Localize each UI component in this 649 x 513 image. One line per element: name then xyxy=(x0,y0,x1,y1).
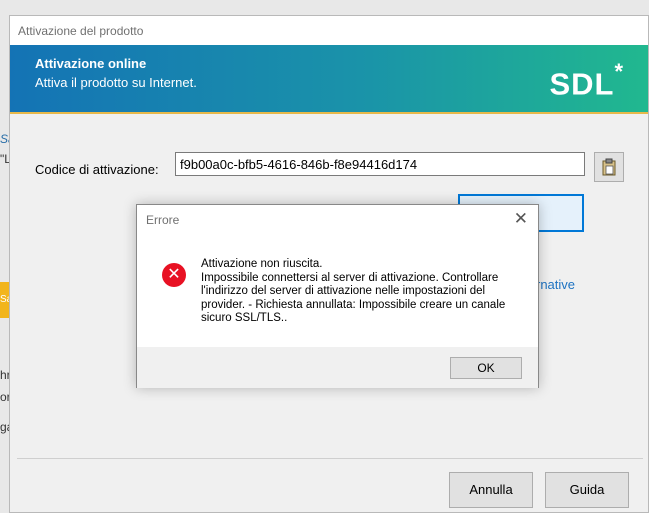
sdl-logo: SDL* xyxy=(549,59,624,102)
error-message-line: sicuro SSL/TLS.. xyxy=(201,312,288,324)
dialog-title: Errore xyxy=(146,213,180,227)
ok-button[interactable]: OK xyxy=(450,357,522,379)
footer-separator xyxy=(17,458,643,459)
paste-button[interactable] xyxy=(594,152,624,182)
error-message-line: Impossibile connettersi al server di att… xyxy=(201,271,499,284)
error-message: Attivazione non riuscita. Impossibile co… xyxy=(201,258,521,326)
close-icon[interactable]: ✕ xyxy=(514,209,528,229)
error-dialog: Errore ✕ ✕ Attivazione non riuscita. Imp… xyxy=(136,204,539,388)
error-icon: ✕ xyxy=(162,263,186,287)
help-button[interactable]: Guida xyxy=(545,472,629,508)
alternative-link[interactable]: rnative xyxy=(536,277,575,292)
banner: Attivazione online Attiva il prodotto su… xyxy=(10,45,648,112)
banner-divider xyxy=(10,112,648,114)
cancel-button[interactable]: Annulla xyxy=(449,472,533,508)
activation-code-label: Codice di attivazione: xyxy=(35,162,159,177)
error-message-line: Attivazione non riuscita. xyxy=(201,258,323,270)
error-message-line: provider. - Richiesta annullata: Impossi… xyxy=(201,298,506,311)
window-title: Attivazione del prodotto xyxy=(18,24,144,38)
banner-title: Attivazione online xyxy=(35,56,147,71)
window-titlebar[interactable]: Attivazione del prodotto xyxy=(10,16,648,45)
banner-subtitle: Attiva il prodotto su Internet. xyxy=(35,75,197,90)
activation-code-input[interactable] xyxy=(175,152,585,176)
error-message-line: l'indirizzo del server di attivazione ne… xyxy=(201,285,486,297)
clipboard-icon xyxy=(602,158,616,176)
